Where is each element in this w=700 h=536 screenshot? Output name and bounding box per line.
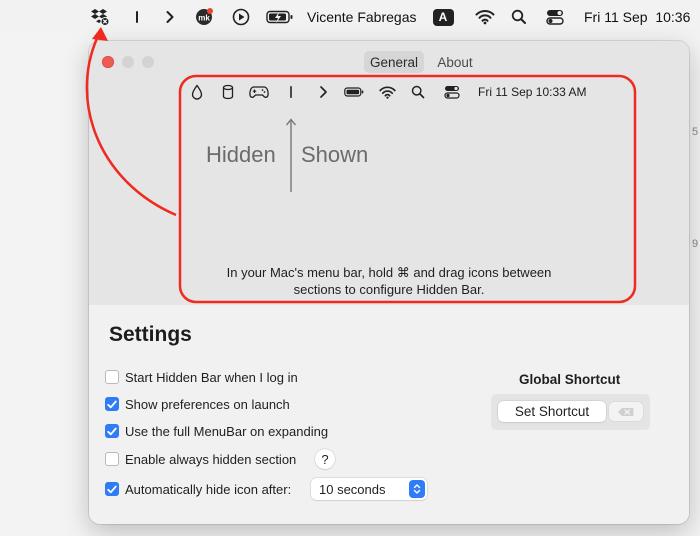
close-button[interactable] bbox=[102, 56, 114, 68]
option-start-at-login[interactable]: Start Hidden Bar when I log in bbox=[105, 368, 298, 386]
shown-section-label: Shown bbox=[301, 142, 369, 167]
menubar-clock[interactable]: Fri 11 Sep 10:36 bbox=[584, 7, 690, 27]
input-source-label: A bbox=[432, 8, 454, 26]
checkmark-icon bbox=[107, 400, 117, 408]
chevron-right-icon[interactable] bbox=[163, 7, 177, 27]
help-button[interactable]: ? bbox=[315, 449, 335, 469]
drag-instructions: In your Mac's menu bar, hold ⌘ and drag … bbox=[226, 265, 552, 297]
hidden-section-label: Hidden bbox=[206, 142, 276, 167]
separator-icon bbox=[286, 84, 296, 100]
background-fragment: 5 bbox=[692, 126, 699, 138]
dropbox-icon[interactable] bbox=[89, 7, 111, 27]
control-center-icon[interactable] bbox=[545, 7, 565, 27]
option-label: Automatically hide icon after: bbox=[125, 481, 292, 497]
mk-app-icon[interactable]: mk bbox=[193, 7, 215, 27]
option-auto-hide[interactable]: Automatically hide icon after: bbox=[105, 480, 291, 498]
option-always-hidden[interactable]: Enable always hidden section bbox=[105, 450, 296, 468]
wifi-icon bbox=[377, 84, 397, 100]
minimize-button[interactable] bbox=[122, 56, 134, 68]
preview-clock: Fri 11 Sep 10:33 AM bbox=[478, 85, 587, 99]
auto-hide-delay-value: 10 seconds bbox=[319, 481, 386, 497]
start-at-login-checkbox[interactable] bbox=[105, 370, 119, 384]
gamepad-icon bbox=[248, 84, 270, 100]
battery-icon bbox=[344, 84, 364, 100]
auto-hide-checkbox[interactable] bbox=[105, 482, 119, 496]
option-label: Enable always hidden section bbox=[125, 451, 297, 467]
always-hidden-checkbox[interactable] bbox=[105, 452, 119, 466]
option-full-menubar[interactable]: Use the full MenuBar on expanding bbox=[105, 422, 328, 440]
full-menubar-checkbox[interactable] bbox=[105, 424, 119, 438]
settings-panel: Settings Start Hidden Bar when I log in … bbox=[89, 305, 689, 524]
user-name[interactable]: Vicente Fabregas bbox=[307, 7, 416, 27]
clear-shortcut-button[interactable] bbox=[609, 402, 643, 421]
search-icon bbox=[410, 84, 426, 100]
battery-charging-icon[interactable] bbox=[265, 7, 295, 27]
delete-key-icon bbox=[618, 407, 634, 416]
preferences-window: General About Fri 11 Sep 10:33 AM Hidden… bbox=[89, 41, 689, 524]
show-preferences-checkbox[interactable] bbox=[105, 397, 119, 411]
option-label: Use the full MenuBar on expanding bbox=[125, 423, 329, 439]
cylinder-icon bbox=[220, 84, 236, 100]
shortcut-recorder: Set Shortcut bbox=[491, 394, 650, 430]
tab-about[interactable]: About bbox=[429, 51, 481, 73]
auto-hide-delay-select[interactable]: 10 seconds bbox=[311, 478, 427, 500]
checkmark-icon bbox=[107, 427, 117, 435]
option-label: Show preferences on launch bbox=[125, 396, 290, 412]
input-source-icon[interactable]: A bbox=[432, 7, 454, 27]
tab-general[interactable]: General bbox=[364, 51, 424, 73]
separator-icon[interactable] bbox=[131, 7, 143, 27]
checkmark-icon bbox=[107, 485, 117, 493]
zoom-button[interactable] bbox=[142, 56, 154, 68]
chevron-right-icon bbox=[317, 84, 329, 100]
global-shortcut-title: Global Shortcut bbox=[519, 372, 621, 387]
svg-text:mk: mk bbox=[198, 14, 210, 23]
chevron-up-down-icon[interactable] bbox=[409, 480, 425, 498]
system-menu-bar: mk Vicente Fabregas A Fri 11 Sep 10:36 bbox=[0, 0, 700, 34]
window-header: General About Fri 11 Sep 10:33 AM Hidden… bbox=[89, 41, 689, 305]
option-label: Start Hidden Bar when I log in bbox=[125, 369, 298, 385]
wifi-icon[interactable] bbox=[474, 7, 496, 27]
drop-icon bbox=[189, 84, 205, 100]
play-circle-icon[interactable] bbox=[231, 7, 251, 27]
background-fragment: 9 bbox=[692, 238, 699, 250]
set-shortcut-button[interactable]: Set Shortcut bbox=[498, 401, 606, 422]
settings-title: Settings bbox=[109, 323, 192, 346]
option-show-preferences[interactable]: Show preferences on launch bbox=[105, 395, 290, 413]
up-arrow-divider-icon bbox=[285, 118, 297, 192]
control-center-icon bbox=[443, 84, 461, 100]
search-icon[interactable] bbox=[510, 7, 528, 27]
